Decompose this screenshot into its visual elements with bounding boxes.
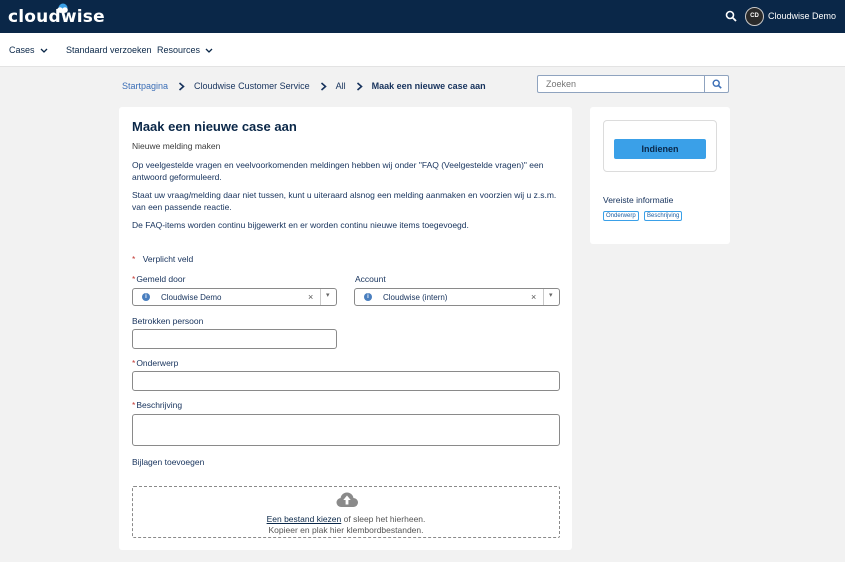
bijlagen-label: Bijlagen toevoegen: [132, 457, 205, 467]
breadcrumb-all[interactable]: All: [336, 81, 346, 91]
chevron-down-icon: ▾: [549, 292, 553, 299]
page-title: Maak een nieuwe case aan: [132, 119, 297, 134]
account-label: Account: [355, 274, 386, 284]
form-subtitle: Nieuwe melding maken: [132, 141, 221, 151]
nav-item-standaard-verzoeken[interactable]: Standaard verzoeken: [66, 45, 152, 55]
chevron-right-icon: [356, 81, 363, 91]
user-menu[interactable]: Cloudwise Demo: [768, 11, 836, 21]
nav-item-label: Cases: [9, 45, 35, 55]
top-bar: cloudwise CD Cloudwise Demo: [0, 0, 845, 33]
account-lookup[interactable]: i Cloudwise (intern) × ▾: [354, 288, 560, 306]
gemeld-door-value: Cloudwise Demo: [161, 293, 222, 302]
search-box: [537, 75, 729, 93]
nav-item-label: Resources: [157, 45, 201, 55]
chevron-down-icon: [205, 48, 213, 53]
intro-paragraph: Staat uw vraag/melding daar niet tussen,…: [132, 190, 557, 212]
nav-item-label: Standaard verzoeken: [66, 45, 152, 55]
search-input[interactable]: [538, 76, 704, 92]
onderwerp-label: *Onderwerp: [132, 358, 178, 368]
gemeld-door-label-text: Gemeld door: [136, 274, 186, 284]
onderwerp-label-text: Onderwerp: [136, 358, 179, 368]
dropdown-toggle[interactable]: ▾: [320, 289, 336, 305]
required-tag-onderwerp: Onderwerp: [603, 211, 639, 221]
choose-file-link[interactable]: Een bestand kiezen: [267, 514, 342, 524]
intro-paragraph: De FAQ-items worden continu bijgewerkt e…: [132, 220, 469, 230]
intro-paragraph: Op veelgestelde vragen en veelvoorkomend…: [132, 160, 544, 182]
required-tag-beschrijving: Beschrijving: [644, 211, 683, 221]
account-value: Cloudwise (intern): [383, 293, 448, 302]
cloud-upload-icon: [336, 492, 358, 507]
submit-panel: Indienen Vereiste informatie Onderwerp B…: [590, 107, 730, 244]
nav-item-cases[interactable]: Cases: [9, 45, 48, 55]
avatar[interactable]: CD: [745, 7, 764, 26]
info-icon: i: [142, 293, 150, 301]
betrokken-persoon-input[interactable]: [132, 329, 337, 349]
beschrijving-label-text: Beschrijving: [136, 400, 183, 410]
breadcrumb: Startpagina Cloudwise Customer Service A…: [122, 81, 486, 91]
gemeld-door-lookup[interactable]: i Cloudwise Demo × ▾: [132, 288, 337, 306]
new-case-form: Maak een nieuwe case aan Nieuwe melding …: [119, 107, 572, 550]
beschrijving-textarea[interactable]: [132, 414, 560, 446]
breadcrumb-current: Maak een nieuwe case aan: [371, 81, 486, 91]
betrokken-persoon-label: Betrokken persoon: [132, 316, 204, 326]
gemeld-door-label: *Gemeld door: [132, 274, 185, 284]
chevron-right-icon: [320, 81, 327, 91]
file-dropzone[interactable]: Een bestand kiezen of sleep het hierheen…: [132, 486, 560, 538]
nav-item-resources[interactable]: Resources: [157, 45, 213, 55]
required-marker: *: [132, 400, 136, 410]
search-button[interactable]: [704, 76, 728, 92]
upload-instruction-rest: of sleep het hierheen.: [341, 514, 426, 524]
breadcrumb-customer-service[interactable]: Cloudwise Customer Service: [194, 81, 310, 91]
submit-button[interactable]: Indienen: [614, 139, 706, 159]
clear-icon[interactable]: ×: [531, 292, 536, 302]
required-marker: *: [132, 358, 136, 368]
clear-icon[interactable]: ×: [308, 292, 313, 302]
required-marker: *: [132, 274, 136, 284]
upload-instruction: Een bestand kiezen of sleep het hierheen…: [133, 514, 559, 524]
submit-box: Indienen: [603, 120, 717, 172]
required-note-text: Verplicht veld: [142, 254, 194, 264]
search-icon: [711, 79, 722, 89]
info-icon: i: [364, 293, 372, 301]
chevron-down-icon: [40, 48, 47, 53]
upload-paste-hint: Kopieer en plak hier klembordbestanden.: [268, 525, 424, 535]
chevron-right-icon: [179, 81, 185, 91]
search-icon[interactable]: [725, 10, 737, 22]
required-info-title: Vereiste informatie: [603, 195, 674, 205]
required-note: * Verplicht veld: [132, 254, 193, 264]
chevron-down-icon: ▾: [326, 292, 330, 299]
beschrijving-label: *Beschrijving: [132, 400, 182, 410]
required-marker: *: [132, 254, 136, 264]
nav-bar: Cases Standaard verzoeken Resources: [0, 33, 845, 67]
onderwerp-input[interactable]: [132, 371, 560, 391]
breadcrumb-home[interactable]: Startpagina: [122, 81, 168, 91]
cloudwise-logo[interactable]: cloudwise: [8, 3, 105, 27]
dropdown-toggle[interactable]: ▾: [543, 289, 559, 305]
cloud-icon: [57, 3, 68, 13]
